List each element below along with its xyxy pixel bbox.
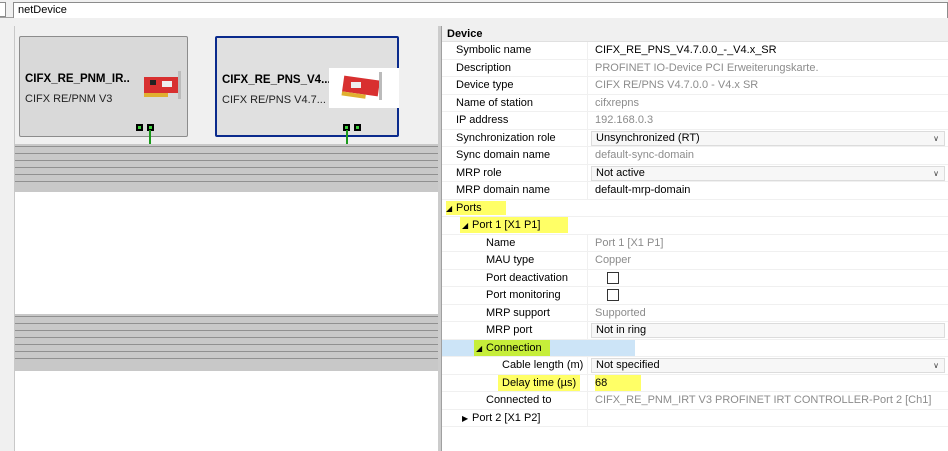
- category-text: Port 1 [X1 P1]: [472, 219, 541, 231]
- prop-mrp-domain[interactable]: MRP domain name default-mrp-domain: [442, 182, 948, 200]
- prop-value[interactable]: 68: [591, 374, 948, 392]
- prop-mrp-role[interactable]: MRP role Not active ∨: [442, 164, 948, 182]
- prop-value[interactable]: CIFX_RE_PNS_V4.7.0.0_-_V4.x_SR: [591, 42, 948, 59]
- dropdown-value: Unsynchronized (RT): [596, 131, 700, 144]
- prop-sync-role[interactable]: Synchronization role Unsynchronized (RT) ∨: [442, 129, 948, 147]
- prop-name-of-station[interactable]: Name of station cifxrepns: [442, 94, 948, 112]
- network-canvas[interactable]: CIFX_RE_PNM_IR.. CIFX RE/PNM V3 CIFX_RE_…: [15, 26, 439, 149]
- prop-value: Port 1 [X1 P1]: [595, 236, 664, 249]
- dropdown-value: Not specified: [596, 359, 660, 371]
- tab-bar: netDevice: [0, 0, 948, 18]
- port-monitoring-checkbox[interactable]: [607, 289, 619, 301]
- category-port-1[interactable]: ◢ Port 1 [X1 P1]: [442, 217, 948, 235]
- triangle-right-icon[interactable]: ▶: [462, 410, 472, 427]
- prop-port-deactivation[interactable]: Port deactivation: [442, 269, 948, 287]
- triangle-down-icon[interactable]: ◢: [462, 217, 472, 234]
- triangle-down-icon[interactable]: ◢: [476, 340, 486, 357]
- category-label: ◢ Port 1 [X1 P1]: [442, 217, 588, 234]
- chevron-down-icon[interactable]: ∨: [933, 132, 939, 145]
- prop-value: default-sync-domain: [595, 149, 695, 161]
- category-port-2[interactable]: ▶ Port 2 [X1 P2]: [442, 409, 948, 427]
- category-label: ◢ Connection: [442, 339, 588, 357]
- prop-label: Description: [442, 59, 588, 76]
- prop-mrp-support[interactable]: MRP support Supported: [442, 304, 948, 322]
- prop-delay-time[interactable]: Delay time (µs) 68: [442, 374, 948, 392]
- prop-value: PROFINET IO-Device PCI Erweiterungskarte…: [595, 61, 819, 74]
- prop-label: MRP port: [442, 322, 588, 339]
- prop-label: Sync domain name: [442, 147, 588, 164]
- port-deactivation-checkbox[interactable]: [607, 271, 619, 284]
- prop-label: Synchronization role: [442, 129, 588, 146]
- dropdown-value: Not active: [596, 166, 645, 179]
- prop-label: Symbolic name: [442, 42, 588, 59]
- group-device: Device: [442, 26, 948, 42]
- cable-length-dropdown[interactable]: Not specified ∨: [591, 358, 945, 373]
- delay-time-value: 68: [595, 374, 642, 391]
- prop-value[interactable]: default-mrp-domain: [591, 182, 948, 199]
- prop-sync-domain[interactable]: Sync domain name default-sync-domain: [442, 147, 948, 165]
- prop-value: CIFX RE/PNS V4.7.0.0 - V4.x SR: [595, 79, 759, 91]
- network-view[interactable]: CIFX_RE_PNM_IR.. CIFX RE/PNM V3 CIFX_RE_…: [14, 26, 439, 451]
- prop-connected-to[interactable]: Connected to CIFX_RE_PNM_IRT V3 PROFINET …: [442, 392, 948, 410]
- prop-description[interactable]: Description PROFINET IO-Device PCI Erweit…: [442, 59, 948, 77]
- tab-previous[interactable]: [0, 2, 6, 17]
- prop-label: MAU type: [442, 252, 588, 269]
- category-connection[interactable]: ◢ Connection: [442, 339, 948, 357]
- prop-label: MRP domain name: [442, 182, 588, 199]
- prop-label: Connected to: [442, 392, 588, 409]
- category-text: Connection: [486, 341, 542, 354]
- prop-port-monitoring[interactable]: Port monitoring: [442, 287, 948, 305]
- prop-label: Port deactivation: [442, 269, 588, 286]
- prop-label: Device type: [442, 77, 588, 94]
- chevron-down-icon[interactable]: ∨: [933, 359, 939, 372]
- delay-time-label: Delay time (µs): [498, 374, 581, 391]
- prop-label: MRP support: [442, 304, 588, 321]
- category-ports[interactable]: ◢ Ports: [442, 200, 948, 217]
- prop-value: Supported: [595, 306, 646, 319]
- category-label: ▶ Port 2 [X1 P2]: [442, 409, 588, 427]
- prop-mrp-port[interactable]: MRP port Not in ring: [442, 322, 948, 340]
- prop-value: Copper: [595, 254, 632, 266]
- prop-symbolic-name[interactable]: Symbolic name CIFX_RE_PNS_V4.7.0.0_-_V4.x…: [442, 42, 948, 60]
- separator-band: [15, 144, 439, 192]
- prop-label: MRP role: [442, 164, 588, 181]
- chevron-down-icon[interactable]: ∨: [933, 167, 939, 180]
- dropdown-value: Not in ring: [596, 324, 647, 336]
- prop-cable-length[interactable]: Cable length (m) Not specified ∨: [442, 357, 948, 375]
- prop-value-checkbox: [591, 287, 948, 304]
- separator-band: [15, 314, 439, 371]
- prop-label: Port monitoring: [442, 287, 588, 304]
- prop-value-checkbox: [591, 270, 948, 287]
- prop-label: Name of station: [442, 94, 588, 111]
- tab-netdevice[interactable]: netDevice: [13, 2, 948, 18]
- prop-value: 192.168.0.3: [595, 114, 654, 126]
- category-text: Port 2 [X1 P2]: [472, 411, 541, 424]
- prop-label: Cable length (m): [442, 357, 588, 374]
- property-grid: Device Symbolic name CIFX_RE_PNS_V4.7.0.0…: [441, 26, 948, 451]
- mrp-role-dropdown[interactable]: Not active ∨: [591, 165, 945, 181]
- ethernet-link-line[interactable]: [15, 26, 439, 151]
- prop-value: CIFX_RE_PNM_IRT V3 PROFINET IRT CONTROLL…: [595, 394, 932, 406]
- category-text: Ports: [456, 201, 482, 214]
- prop-value: cifxrepns: [595, 96, 640, 109]
- prop-label: Delay time (µs): [442, 374, 588, 391]
- prop-label: IP address: [442, 112, 588, 129]
- category-label: ◢ Ports: [442, 200, 588, 217]
- prop-label: Name: [442, 234, 588, 251]
- sync-role-dropdown[interactable]: Unsynchronized (RT) ∨: [591, 130, 945, 146]
- triangle-down-icon[interactable]: ◢: [446, 200, 456, 217]
- prop-mau-type[interactable]: MAU type Copper: [442, 252, 948, 270]
- prop-device-type[interactable]: Device type CIFX RE/PNS V4.7.0.0 - V4.x S…: [442, 77, 948, 95]
- prop-ip-address[interactable]: IP address 192.168.0.3: [442, 112, 948, 130]
- prop-port-name[interactable]: Name Port 1 [X1 P1]: [442, 234, 948, 252]
- mrp-port-dropdown[interactable]: Not in ring: [591, 323, 945, 338]
